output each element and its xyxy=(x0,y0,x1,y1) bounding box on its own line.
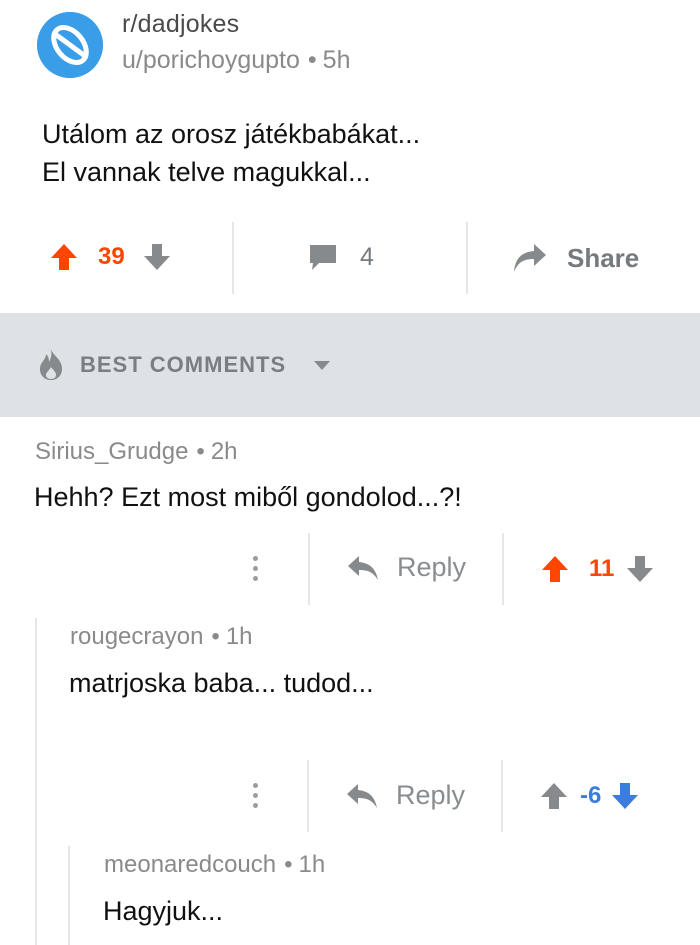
reply-arrow-icon xyxy=(347,554,379,582)
upvote-arrow-icon[interactable] xyxy=(541,554,569,584)
upvote-arrow-icon[interactable] xyxy=(50,242,78,272)
post-score: 39 xyxy=(98,243,125,270)
divider xyxy=(308,533,310,605)
comment-meta: Sirius_Grudge • 2h xyxy=(35,438,238,466)
post-author[interactable]: u/porichoygupto xyxy=(122,46,300,74)
meta-separator: • xyxy=(211,623,220,650)
share-arrow-icon xyxy=(512,242,548,274)
comment-age: 1h xyxy=(225,623,253,650)
post-header: r/dadjokes u/porichoygupto • 5h xyxy=(0,0,700,90)
comment-text: matrjoska baba... tudod... xyxy=(69,668,374,698)
reply-label: Reply xyxy=(396,780,466,810)
meta-separator: • xyxy=(196,438,205,465)
share-button[interactable]: Share xyxy=(512,242,639,274)
post-line: El vannak telve magukkal... xyxy=(42,157,371,187)
post-vote-group: 39 xyxy=(50,242,171,272)
post-meta: u/porichoygupto • 5h xyxy=(122,46,350,75)
reply-button[interactable]: Reply xyxy=(346,780,465,811)
speech-bubble-icon xyxy=(308,242,338,272)
divider xyxy=(466,222,468,294)
post-action-bar: 39 4 Share xyxy=(0,222,700,294)
subreddit-name[interactable]: r/dadjokes xyxy=(122,10,239,39)
thread-line[interactable] xyxy=(68,846,70,945)
divider xyxy=(502,533,504,605)
reply-arrow-icon xyxy=(346,782,378,810)
reply-button[interactable]: Reply xyxy=(347,552,466,583)
meta-separator: • xyxy=(307,46,317,74)
comment-count: 4 xyxy=(360,242,374,271)
comment-sort-bar[interactable]: BEST COMMENTS xyxy=(0,313,700,417)
post-line: Utálom az orosz játékbabákat... xyxy=(42,119,421,149)
comment-score: -6 xyxy=(580,782,602,809)
kebab-icon[interactable] xyxy=(250,556,260,586)
sort-label: BEST COMMENTS xyxy=(80,352,287,377)
comment-vote-group: -6 xyxy=(540,781,639,811)
chevron-down-icon[interactable] xyxy=(314,361,330,371)
divider xyxy=(232,222,234,294)
comment-vote-group: 11 xyxy=(541,554,654,584)
upvote-arrow-icon[interactable] xyxy=(540,781,568,811)
share-label: Share xyxy=(567,242,640,273)
downvote-arrow-icon[interactable] xyxy=(626,554,654,584)
comments-button[interactable]: 4 xyxy=(308,242,374,272)
comment-author[interactable]: rougecrayon xyxy=(70,623,203,650)
comment-text: Hagyjuk... xyxy=(103,896,224,926)
comment-author[interactable]: Sirius_Grudge xyxy=(35,438,188,465)
comment-score: 11 xyxy=(589,555,615,582)
divider xyxy=(307,760,309,832)
comment-text: Hehh? Ezt most miből gondolod...?! xyxy=(34,482,462,512)
post-age: 5h xyxy=(322,46,351,74)
comment-meta: meonaredcouch • 1h xyxy=(104,851,325,879)
thread-line[interactable] xyxy=(35,618,37,945)
comment-author[interactable]: meonaredcouch xyxy=(104,851,276,878)
comment-age: 1h xyxy=(298,851,326,878)
comment-meta: rougecrayon • 1h xyxy=(70,623,253,651)
flame-icon xyxy=(36,347,66,381)
subreddit-avatar[interactable] xyxy=(37,12,103,78)
comment-age: 2h xyxy=(210,438,238,465)
meta-separator: • xyxy=(284,851,293,878)
downvote-arrow-icon[interactable] xyxy=(143,242,171,272)
post-body: Utálom az orosz játékbabákat... El vanna… xyxy=(42,115,662,191)
divider xyxy=(501,760,503,832)
reply-label: Reply xyxy=(397,552,467,582)
planet-icon xyxy=(37,12,103,78)
kebab-icon[interactable] xyxy=(250,783,260,813)
downvote-arrow-icon[interactable] xyxy=(611,781,639,811)
